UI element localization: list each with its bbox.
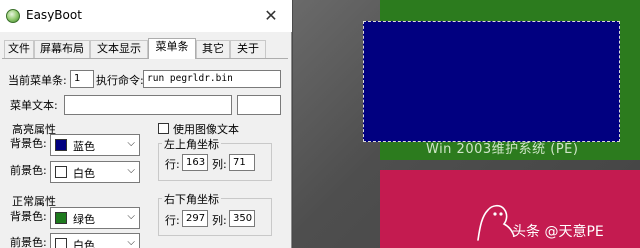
current-menu-input[interactable]: 1: [70, 70, 94, 88]
window-title: EasyBoot: [26, 8, 82, 22]
bottom-right-row-input[interactable]: 297: [182, 210, 208, 227]
tab-screen-layout[interactable]: 屏幕布局: [34, 40, 90, 58]
easyboot-app-icon: [6, 9, 20, 23]
chevron-down-icon: ⌵: [127, 165, 135, 176]
bottom-right-col-label: 列:: [212, 214, 227, 227]
menu-text-input[interactable]: [64, 95, 232, 115]
top-left-coord-title: 左上角坐标: [162, 136, 221, 152]
use-image-text-checkbox[interactable]: [158, 123, 169, 134]
bottom-right-coord-title: 右下角坐标: [162, 191, 221, 207]
top-left-col-label: 列:: [212, 158, 227, 171]
normal-bg-label: 背景色:: [10, 210, 47, 223]
chevron-down-icon: ⌵: [127, 211, 135, 222]
close-icon[interactable]: ✕: [256, 4, 286, 28]
highlight-fg-select[interactable]: 白色 ⌵: [50, 161, 140, 183]
normal-bg-swatch: [55, 212, 67, 224]
normal-fg-swatch: [55, 238, 67, 248]
normal-fg-value: 白色: [73, 239, 95, 248]
highlight-fg-label: 前景色:: [10, 164, 47, 177]
watermark-text: 头条 @天意PE: [512, 224, 604, 240]
highlight-bg-swatch: [55, 139, 67, 151]
highlight-bg-label: 背景色:: [10, 137, 47, 150]
command-input[interactable]: run pegrldr.bin: [143, 70, 281, 88]
chevron-down-icon: ⌵: [127, 237, 135, 248]
highlight-fg-value: 白色: [73, 167, 95, 180]
command-label: 执行命令:: [96, 74, 144, 87]
normal-fg-label: 前景色:: [10, 236, 47, 248]
use-image-text-label: 使用图像文本: [173, 123, 239, 136]
tab-text-display[interactable]: 文本显示: [90, 40, 148, 58]
highlight-fg-swatch: [55, 166, 67, 178]
top-left-row-label: 行:: [165, 158, 180, 171]
title-bar: EasyBoot ✕: [0, 0, 292, 32]
normal-fg-select[interactable]: 白色 ⌵: [50, 233, 140, 248]
easyboot-window: EasyBoot ✕ 文件 屏幕布局 文本显示 菜单条 其它 关于 当前菜单条:…: [0, 0, 292, 248]
top-left-col-input[interactable]: 71: [229, 154, 255, 171]
tab-menu-bar[interactable]: 菜单条: [148, 38, 196, 59]
tab-other[interactable]: 其它: [196, 40, 230, 58]
normal-bg-select[interactable]: 绿色 ⌵: [50, 207, 140, 229]
bottom-right-col-input[interactable]: 350: [229, 210, 255, 227]
top-left-row-input[interactable]: 163: [182, 154, 208, 171]
normal-bg-value: 绿色: [73, 213, 95, 226]
menu-text-label: 菜单文本:: [10, 99, 58, 112]
tab-about[interactable]: 关于: [230, 40, 266, 58]
chevron-down-icon: ⌵: [127, 138, 135, 149]
highlight-bg-value: 蓝色: [73, 140, 95, 153]
current-menu-label: 当前菜单条:: [8, 74, 67, 87]
highlight-bg-select[interactable]: 蓝色 ⌵: [50, 134, 140, 156]
bottom-right-row-label: 行:: [165, 214, 180, 227]
tab-file[interactable]: 文件: [4, 40, 34, 58]
highlight-selection-box[interactable]: [363, 21, 620, 142]
menu-text-extra-input[interactable]: [237, 95, 281, 115]
